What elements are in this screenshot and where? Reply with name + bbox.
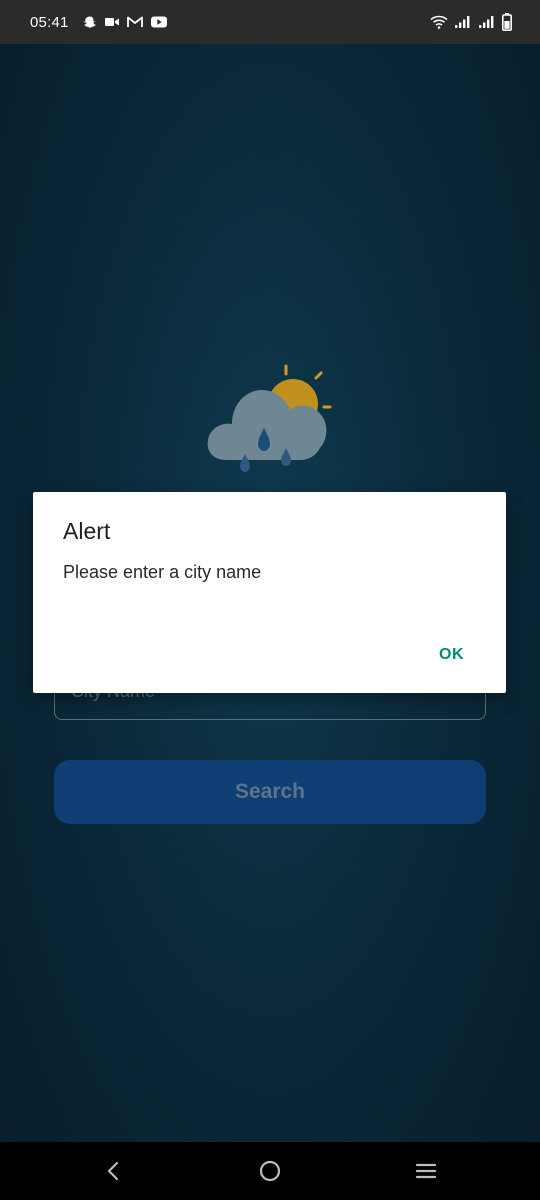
- weather-rain-sun-icon: [204, 360, 334, 485]
- screen: 05:41 Search Alert Please enter a city n…: [0, 0, 540, 1200]
- snapchat-icon: [83, 15, 97, 29]
- dialog-title: Alert: [63, 518, 111, 544]
- status-system-icons: [430, 13, 512, 31]
- signal-icon: [478, 15, 496, 29]
- search-button-label: Search: [234, 780, 306, 803]
- home-icon[interactable]: [255, 1156, 285, 1186]
- signal-icon: [454, 15, 472, 29]
- youtube-icon: [150, 16, 167, 28]
- wifi-icon: [430, 15, 448, 29]
- alert-dialog: Alert Please enter a city name OK: [33, 492, 506, 693]
- status-notification-icons: [83, 15, 167, 29]
- recents-icon[interactable]: [411, 1156, 441, 1186]
- status-bar: 05:41: [0, 0, 540, 44]
- gmail-icon: [126, 16, 143, 28]
- dialog-message: Please enter a city name: [63, 562, 262, 582]
- battery-icon: [502, 13, 512, 31]
- search-button[interactable]: Search: [54, 760, 486, 824]
- video-icon: [104, 17, 119, 27]
- back-icon[interactable]: [99, 1156, 129, 1186]
- status-time: 05:41: [30, 13, 69, 31]
- navigation-bar: [0, 1142, 540, 1200]
- dialog-ok-button[interactable]: OK: [439, 646, 464, 664]
